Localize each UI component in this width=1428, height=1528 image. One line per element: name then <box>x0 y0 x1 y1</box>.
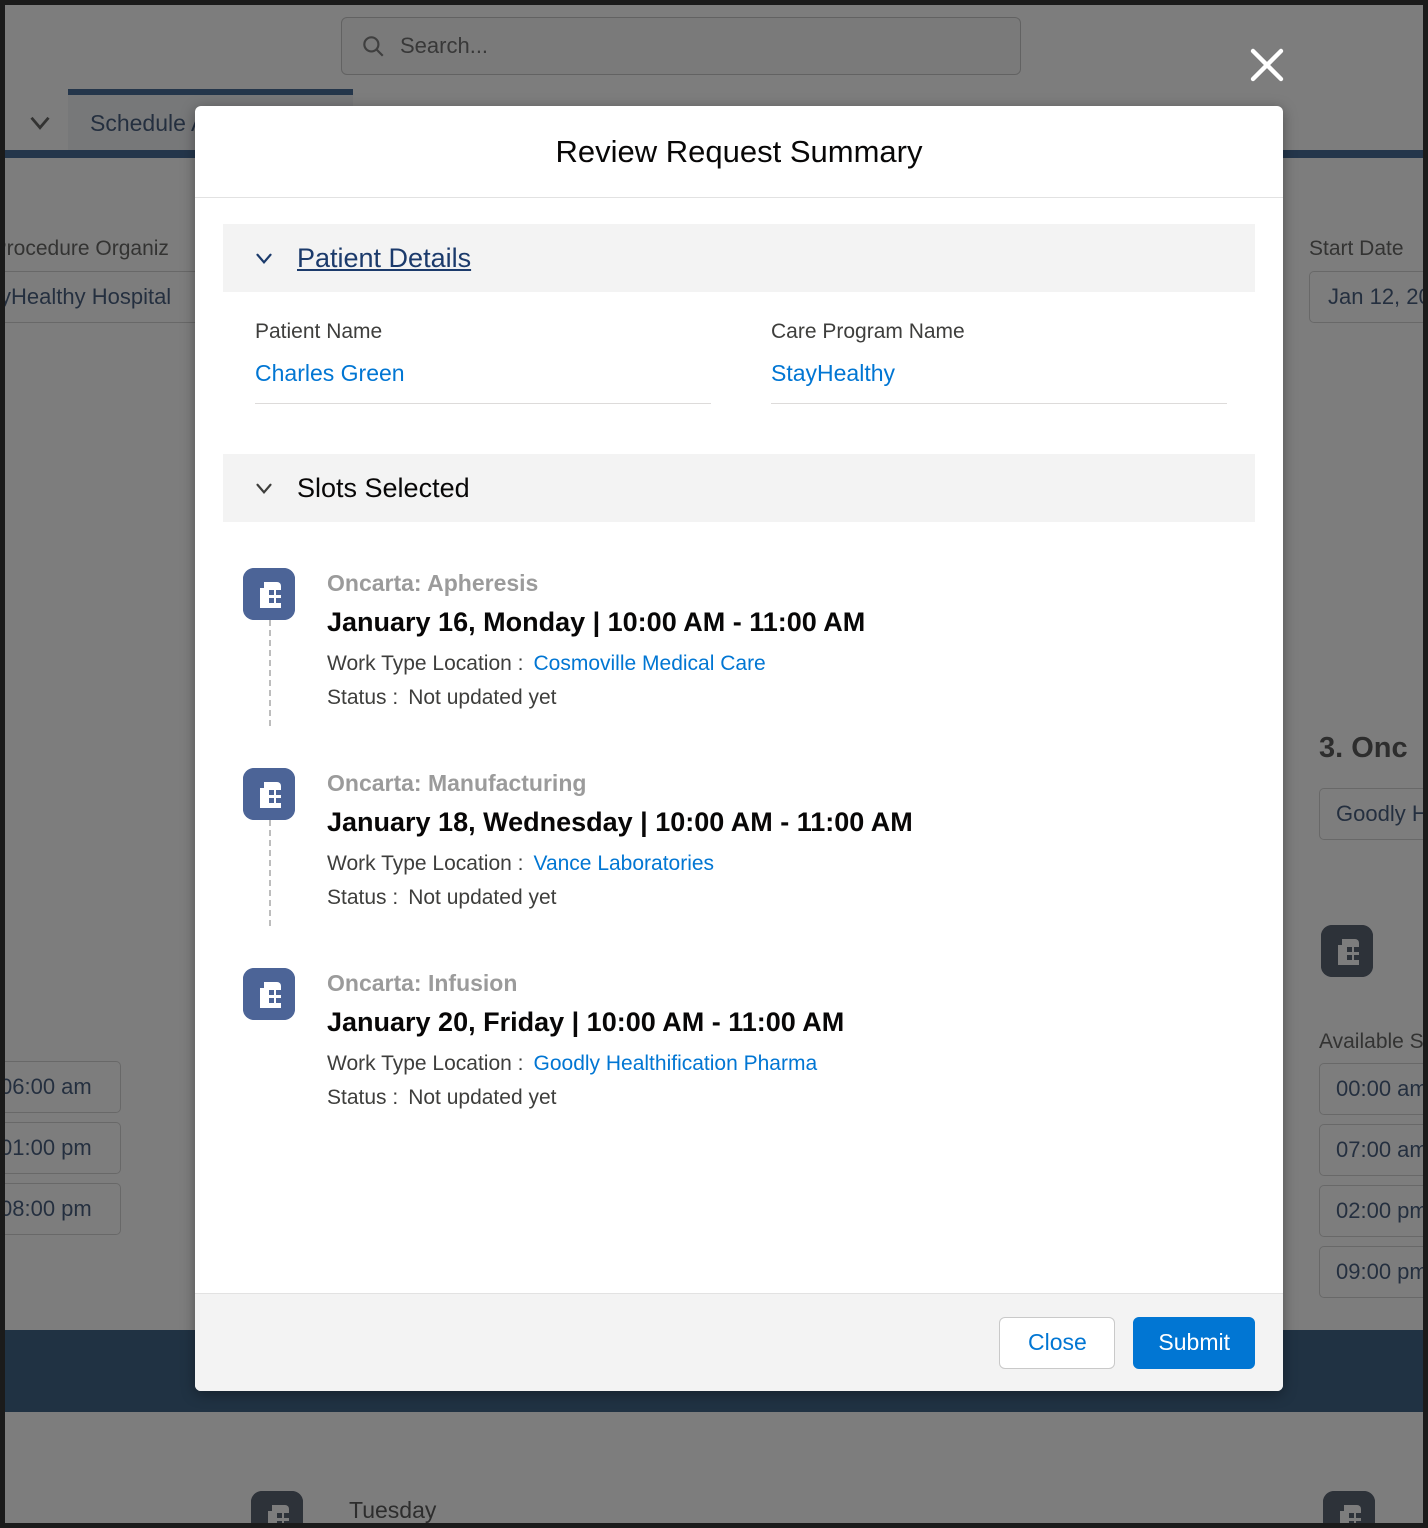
slot-status-row: Status : Not updated yet <box>327 1086 1255 1110</box>
field-patient-name: Patient Name Charles Green <box>223 320 739 404</box>
modal-footer: Close Submit <box>195 1293 1283 1391</box>
slot-work-type: Oncarta: Manufacturing <box>327 770 1255 797</box>
list-item: Oncarta: Manufacturing January 18, Wedne… <box>223 768 1255 968</box>
field-value-link[interactable]: StayHealthy <box>771 360 1227 404</box>
chevron-down-icon[interactable] <box>251 245 277 271</box>
slot-details: Oncarta: Apheresis January 16, Monday | … <box>327 568 1255 720</box>
close-button[interactable]: Close <box>999 1317 1115 1369</box>
slot-status-value: Not updated yet <box>408 1086 556 1109</box>
slots-selected-wrap: Slots Selected <box>223 454 1255 522</box>
slot-status-value: Not updated yet <box>408 686 556 709</box>
chevron-down-icon[interactable] <box>251 475 277 501</box>
facility-building-icon <box>243 768 295 820</box>
slot-location-link[interactable]: Vance Laboratories <box>534 852 715 875</box>
slot-status-row: Status : Not updated yet <box>327 686 1255 710</box>
screenshot-root: Search... Schedule A t Procedure Organiz… <box>0 0 1428 1528</box>
slot-work-type: Oncarta: Infusion <box>327 970 1255 997</box>
slot-location-label: Work Type Location : <box>327 652 524 675</box>
modal-body: Patient Details Patient Name Charles Gre… <box>195 198 1283 1293</box>
slot-location-link[interactable]: Cosmoville Medical Care <box>534 652 766 675</box>
close-icon[interactable] <box>1243 41 1291 89</box>
list-item: Oncarta: Infusion January 20, Friday | 1… <box>223 968 1255 1168</box>
timeline-connector <box>269 620 271 726</box>
section-patient-details-header[interactable]: Patient Details <box>223 224 1255 292</box>
field-label: Care Program Name <box>771 320 1227 344</box>
slot-status-label: Status : <box>327 1086 398 1109</box>
facility-building-icon <box>243 568 295 620</box>
slot-datetime: January 18, Wednesday | 10:00 AM - 11:00… <box>327 807 1255 838</box>
page-title: Review Request Summary <box>556 134 923 170</box>
slot-datetime: January 16, Monday | 10:00 AM - 11:00 AM <box>327 607 1255 638</box>
patient-details-fields: Patient Name Charles Green Care Program … <box>223 292 1255 404</box>
slot-location-row: Work Type Location : Cosmoville Medical C… <box>327 652 1255 676</box>
slot-status-label: Status : <box>327 886 398 909</box>
timeline-connector <box>269 820 271 926</box>
slot-status-value: Not updated yet <box>408 886 556 909</box>
field-value-link[interactable]: Charles Green <box>255 360 711 404</box>
section-patient-details-title[interactable]: Patient Details <box>297 243 471 274</box>
slot-location-link[interactable]: Goodly Healthification Pharma <box>534 1052 818 1075</box>
slot-work-type: Oncarta: Apheresis <box>327 570 1255 597</box>
submit-button[interactable]: Submit <box>1133 1317 1255 1369</box>
slot-location-row: Work Type Location : Vance Laboratories <box>327 852 1255 876</box>
modal-header: Review Request Summary <box>195 106 1283 198</box>
slot-icon-column <box>243 568 295 720</box>
slots-timeline: Oncarta: Apheresis January 16, Monday | … <box>223 522 1255 1168</box>
list-item: Oncarta: Apheresis January 16, Monday | … <box>223 568 1255 768</box>
field-label: Patient Name <box>255 320 711 344</box>
section-slots-selected-header[interactable]: Slots Selected <box>223 454 1255 522</box>
facility-building-icon <box>243 968 295 1020</box>
slot-details: Oncarta: Manufacturing January 18, Wedne… <box>327 768 1255 920</box>
slot-location-label: Work Type Location : <box>327 852 524 875</box>
slot-icon-column <box>243 968 295 1120</box>
field-care-program-name: Care Program Name StayHealthy <box>739 320 1255 404</box>
slot-datetime: January 20, Friday | 10:00 AM - 11:00 AM <box>327 1007 1255 1038</box>
slot-icon-column <box>243 768 295 920</box>
slot-status-label: Status : <box>327 686 398 709</box>
slot-details: Oncarta: Infusion January 20, Friday | 1… <box>327 968 1255 1120</box>
slot-location-label: Work Type Location : <box>327 1052 524 1075</box>
review-request-summary-modal: Review Request Summary Patient Details P… <box>195 106 1283 1391</box>
section-slots-selected-title: Slots Selected <box>297 473 470 504</box>
slot-status-row: Status : Not updated yet <box>327 886 1255 910</box>
slot-location-row: Work Type Location : Goodly Healthificati… <box>327 1052 1255 1076</box>
